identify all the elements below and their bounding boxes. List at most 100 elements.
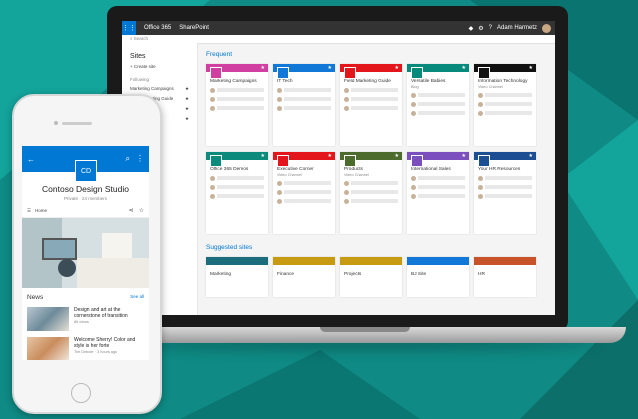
site-icon	[411, 155, 423, 167]
star-icon[interactable]: ★	[261, 65, 265, 71]
suggested-card[interactable]: Projects	[340, 257, 402, 297]
card-header: ★	[407, 64, 469, 79]
star-icon[interactable]: ★	[185, 116, 189, 122]
card-header	[273, 257, 335, 265]
activity-avatar	[277, 106, 282, 111]
site-card[interactable]: ★ Products Video Channel	[340, 152, 402, 234]
site-card-name[interactable]: Versatile Babies	[411, 79, 469, 84]
news-header: News See all	[22, 288, 149, 304]
news-item[interactable]: Design and art at the cornerstone of tra…	[22, 304, 149, 334]
suggested-card-name[interactable]: BJ Site	[411, 272, 469, 277]
star-icon[interactable]: ★	[529, 153, 533, 159]
share-icon[interactable]: ⋖	[129, 207, 134, 214]
activity-line	[344, 181, 398, 186]
activity-line	[277, 199, 331, 204]
phone-screen: ← ⌕ ⋮ CD Contoso Design Studio Private ·…	[22, 146, 149, 360]
site-card-name[interactable]: Marketing Campaigns	[210, 79, 268, 84]
search-icon[interactable]: ⌕	[126, 154, 130, 164]
laptop-notch	[320, 327, 410, 332]
star-icon[interactable]: ★	[185, 86, 189, 92]
card-header: ★	[340, 152, 402, 167]
site-card[interactable]: ★ International Sales	[407, 152, 469, 234]
star-icon[interactable]: ★	[395, 153, 399, 159]
app-name[interactable]: Office 365	[144, 25, 171, 31]
star-icon[interactable]: ★	[185, 96, 189, 102]
site-card[interactable]: ★ Field Marketing Guide	[340, 64, 402, 146]
site-card[interactable]: ★ Office 365 Demos	[206, 152, 268, 234]
gear-icon[interactable]: ⚙	[478, 25, 483, 32]
site-icon	[210, 67, 222, 79]
activity-avatar	[478, 176, 483, 181]
card-header: ★	[474, 64, 536, 79]
suggested-card-name[interactable]: Finance	[277, 272, 335, 277]
star-icon[interactable]: ★	[462, 153, 466, 159]
avatar[interactable]	[542, 23, 551, 33]
site-card-name[interactable]: IT Tech	[277, 79, 335, 84]
site-icon	[411, 67, 423, 79]
news-item[interactable]: Welcome Sherry! Color and style is her f…	[22, 334, 149, 360]
site-card-name[interactable]: Information Technology	[478, 79, 536, 84]
suggested-card[interactable]: BJ Site	[407, 257, 469, 297]
site-card[interactable]: ★ Versatile Babies Blog	[407, 64, 469, 146]
suggested-card[interactable]: Finance	[273, 257, 335, 297]
star-icon[interactable]: ★	[395, 65, 399, 71]
site-logo: CD	[75, 160, 97, 182]
frequent-grid: ★ Marketing Campaigns ★ IT Tech ★ Field …	[206, 64, 552, 234]
star-icon[interactable]: ☆	[139, 207, 144, 214]
suggested-card-name[interactable]: Marketing	[210, 272, 268, 277]
site-card-name[interactable]: Executive Corner	[277, 167, 335, 172]
waffle-icon[interactable]: ⋮⋮	[122, 21, 136, 35]
site-card[interactable]: ★ IT Tech	[273, 64, 335, 146]
menu-icon[interactable]: ☰	[27, 208, 31, 214]
activity-line	[344, 190, 398, 195]
activity-avatar	[411, 102, 416, 107]
back-arrow-icon[interactable]: ←	[27, 155, 35, 164]
site-card-name[interactable]: International Sales	[411, 167, 469, 172]
site-card-sub: Video Channel	[478, 85, 503, 89]
suggested-card[interactable]: HR	[474, 257, 536, 297]
site-card-sub: Blog	[411, 85, 419, 89]
hero-illustration	[22, 218, 149, 288]
suggested-card-name[interactable]: Projects	[344, 272, 402, 277]
star-icon[interactable]: ★	[328, 65, 332, 71]
site-card[interactable]: ★ Marketing Campaigns	[206, 64, 268, 146]
notification-icon[interactable]: ◆	[469, 25, 474, 32]
home-button[interactable]	[71, 383, 91, 403]
activity-line	[277, 97, 331, 102]
star-icon[interactable]: ★	[328, 153, 332, 159]
more-icon[interactable]: ⋮	[136, 154, 144, 164]
activity-line	[277, 181, 331, 186]
site-icon	[478, 67, 490, 79]
site-name[interactable]: SharePoint	[179, 25, 209, 31]
news-item-meta: 86 views	[74, 320, 89, 324]
site-card[interactable]: ★ Information Technology Video Channel	[474, 64, 536, 146]
nav-title: Sites	[130, 53, 146, 60]
activity-line	[210, 88, 264, 93]
site-card-name[interactable]: Office 365 Demos	[210, 167, 268, 172]
star-icon[interactable]: ★	[185, 106, 189, 112]
site-card-name[interactable]: Field Marketing Guide	[344, 79, 402, 84]
activity-avatar	[277, 97, 282, 102]
nav-item[interactable]: Marketing Campaigns ★	[130, 86, 189, 92]
activity-avatar	[411, 185, 416, 190]
star-icon[interactable]: ★	[529, 65, 533, 71]
suggested-card-name[interactable]: HR	[478, 272, 536, 277]
site-card-sub: Video Channel	[344, 173, 369, 177]
home-label[interactable]: Home	[35, 208, 47, 213]
activity-line	[344, 88, 398, 93]
help-icon[interactable]: ?	[489, 25, 492, 31]
activity-avatar	[411, 93, 416, 98]
see-all-link[interactable]: See all	[130, 294, 144, 301]
create-site-link[interactable]: + Create site	[130, 64, 189, 69]
site-card-sub: Video Channel	[277, 173, 302, 177]
site-card[interactable]: ★ Executive Corner Video Channel	[273, 152, 335, 234]
activity-avatar	[344, 199, 349, 204]
site-card-name[interactable]: Products	[344, 167, 402, 172]
suggested-card[interactable]: Marketing	[206, 257, 268, 297]
site-card-name[interactable]: Your HR Resources	[478, 167, 536, 172]
user-name[interactable]: Adam Harmetz	[497, 25, 537, 31]
star-icon[interactable]: ★	[462, 65, 466, 71]
site-card[interactable]: ★ Your HR Resources	[474, 152, 536, 234]
sharepoint-screen: ⋮⋮ Office 365 SharePoint ◆ ⚙ ? Adam Harm…	[122, 21, 555, 315]
star-icon[interactable]: ★	[261, 153, 265, 159]
